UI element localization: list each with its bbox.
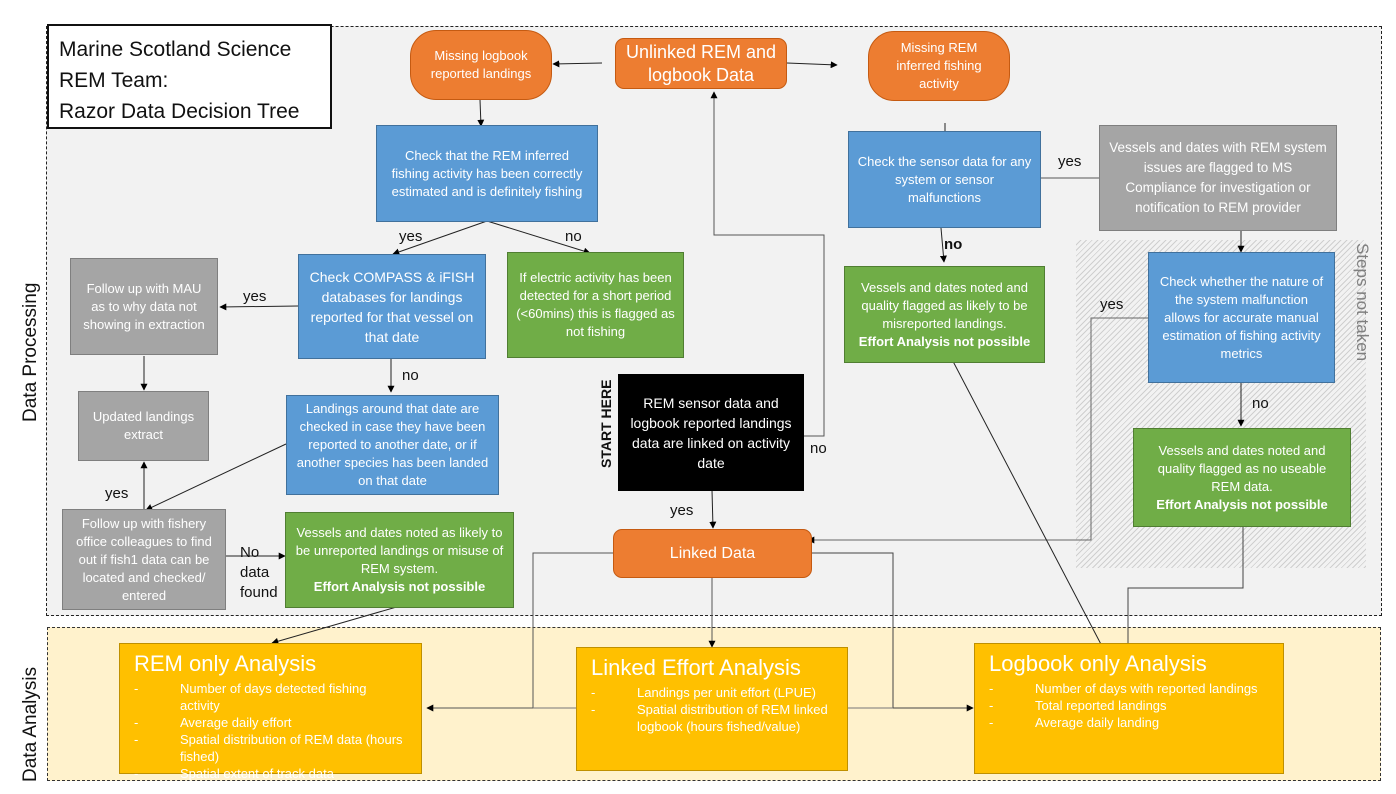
node-bold-text: Effort Analysis not possible — [313, 579, 486, 594]
list-item: - Number of days detected fishing activit… — [134, 681, 367, 713]
node-no-useable[interactable]: Vessels and dates noted and quality flag… — [1133, 428, 1351, 527]
data-processing-label: Data Processing — [20, 282, 41, 422]
list-item: - Number of days with reported landings — [989, 681, 1258, 696]
list-item: - Spatial distribution of REM data (hours… — [134, 732, 403, 764]
node-missing-rem[interactable]: Missing REM inferred fishing activity — [868, 31, 1010, 101]
edge-label-yes: yes — [1058, 153, 1082, 170]
edge-label-no-data-found: No data found — [240, 544, 278, 601]
node-check-compass[interactable]: Check COMPASS & iFISH databases for land… — [298, 254, 486, 359]
node-check-malfunction[interactable]: Check whether the nature of the system m… — [1148, 252, 1335, 383]
edge-label-no: no — [402, 367, 419, 384]
edge-label-no: no — [944, 236, 963, 253]
start-here-label: START HERE — [598, 379, 614, 468]
edge-label-yes: yes — [1100, 296, 1124, 313]
node-check-sensor[interactable]: Check the sensor data for any system or … — [848, 131, 1041, 228]
analysis-rem-only[interactable]: REM only Analysis - Number of days detect… — [119, 643, 422, 781]
title-line: Marine Scotland Science — [59, 38, 292, 61]
edge-label-no: no — [1252, 395, 1269, 412]
edge-label-no: no — [565, 228, 582, 245]
node-unreported[interactable]: Vessels and dates noted as likely to be … — [285, 512, 514, 608]
list-item: - Landings per unit effort (LPUE) — [591, 685, 816, 700]
analysis-logbook-only[interactable]: Logbook only Analysis - Number of days wi… — [974, 643, 1284, 774]
node-landings-around[interactable]: Landings around that date are checked in… — [286, 395, 499, 495]
node-linked-data[interactable]: Linked Data — [613, 529, 812, 578]
list-item: - Spatial extent of track data — [134, 766, 334, 781]
analysis-list: - Landings per unit effort (LPUE) - Spatia… — [591, 684, 833, 735]
list-item: - Spatial distribution of REM linked logb… — [591, 702, 828, 734]
diagram-title: Marine Scotland Science REM Team: Razor … — [47, 24, 332, 129]
node-text: Vessels and dates noted and quality flag… — [1157, 442, 1327, 494]
node-unlinked-data[interactable]: Unlinked REM and logbook Data — [615, 38, 787, 89]
edge-label-yes: yes — [105, 485, 129, 502]
analysis-title: Logbook only Analysis — [989, 651, 1207, 676]
analysis-linked-effort[interactable]: Linked Effort Analysis - Landings per uni… — [576, 647, 848, 771]
node-follow-up-mau[interactable]: Follow up with MAU as to why data not sh… — [70, 258, 218, 355]
node-follow-up-fishery[interactable]: Follow up with fishery office colleagues… — [62, 509, 226, 610]
edge-label-yes: yes — [243, 288, 267, 305]
node-misreported[interactable]: Vessels and dates noted and quality flag… — [844, 266, 1045, 363]
edge-label-no: no — [810, 440, 827, 457]
list-item: - Average daily landing — [989, 715, 1160, 730]
node-text: Vessels and dates noted and quality flag… — [861, 279, 1028, 331]
title-line: REM Team: — [59, 69, 169, 92]
node-bold-text: Effort Analysis not possible — [1156, 496, 1328, 512]
steps-not-taken-label: Steps not taken — [1353, 243, 1372, 362]
node-check-rem-inferred[interactable]: Check that the REM inferred fishing acti… — [376, 125, 598, 222]
data-analysis-label: Data Analysis — [20, 666, 41, 782]
list-item: - Average daily effort — [134, 715, 292, 730]
analysis-list: - Number of days with reported landings -… — [989, 680, 1269, 731]
analysis-title: REM only Analysis — [134, 651, 317, 676]
title-line: Razor Data Decision Tree — [59, 100, 300, 123]
node-electric-activity[interactable]: If electric activity has been detected f… — [507, 252, 684, 358]
node-start[interactable]: REM sensor data and logbook reported lan… — [618, 374, 804, 491]
node-updated-extract[interactable]: Updated landings extract — [78, 391, 209, 461]
analysis-list: - Number of days detected fishing activit… — [134, 680, 407, 782]
edge-label-yes: yes — [399, 228, 423, 245]
edge-label-yes: yes — [670, 502, 694, 519]
node-flagged-compliance[interactable]: Vessels and dates with REM system issues… — [1099, 125, 1337, 231]
list-item: - Total reported landings — [989, 698, 1167, 713]
node-text: Vessels and dates noted as likely to be … — [295, 525, 504, 576]
analysis-title: Linked Effort Analysis — [591, 655, 801, 680]
node-missing-logbook[interactable]: Missing logbook reported landings — [410, 30, 552, 100]
node-bold-text: Effort Analysis not possible — [858, 333, 1031, 349]
